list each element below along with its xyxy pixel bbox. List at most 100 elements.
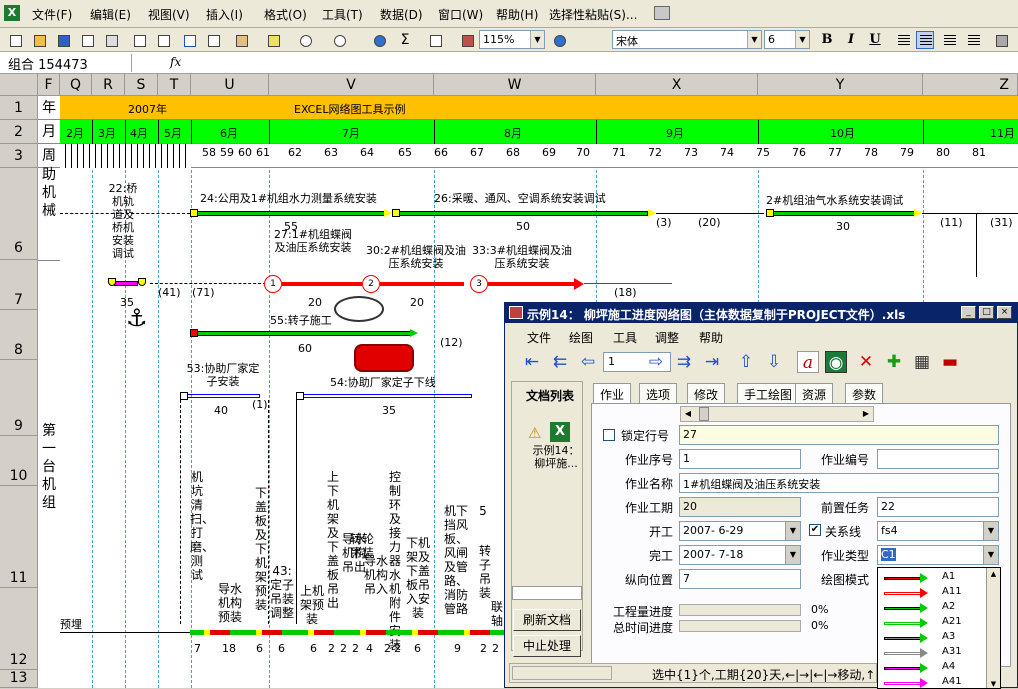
network-node[interactable]: 1 — [264, 275, 282, 293]
column-header[interactable]: U — [191, 74, 269, 96]
column-header[interactable]: Y — [758, 74, 923, 96]
line-type-option[interactable]: A41 — [880, 675, 994, 688]
start-date-picker[interactable]: 2007- 6-29 ▼ — [679, 521, 801, 541]
row-header[interactable]: 6 — [0, 168, 38, 260]
first-icon[interactable]: ⇤ — [521, 351, 543, 373]
chevron-down-icon[interactable]: ▼ — [983, 546, 998, 564]
row-header[interactable]: 11 — [0, 486, 38, 588]
row-header[interactable]: 13 — [0, 670, 38, 688]
type-select[interactable]: C1 ▼ — [877, 545, 999, 565]
dialog-menu-file[interactable]: 文件 — [527, 329, 551, 346]
underline-icon[interactable]: U — [866, 31, 884, 49]
task-node[interactable] — [190, 209, 198, 217]
new-icon[interactable] — [6, 31, 24, 49]
column-header[interactable]: S — [125, 74, 158, 96]
dropdown-scrollbar[interactable]: ▲ ▼ — [986, 568, 1000, 688]
line-type-option[interactable]: A21 — [880, 615, 994, 631]
line-type-option[interactable]: A4 — [880, 660, 994, 676]
tab-parameters[interactable]: 参数 — [845, 383, 884, 403]
open-icon[interactable] — [30, 31, 48, 49]
bold-icon[interactable]: B — [818, 31, 836, 49]
hyperlink-icon[interactable] — [370, 31, 388, 49]
next-page-icon[interactable]: ⇉ — [673, 351, 695, 373]
menu-window[interactable]: 窗口(W) — [438, 6, 483, 23]
row-header[interactable]: 7 — [0, 260, 38, 310]
last-icon[interactable]: ⇥ — [701, 351, 723, 373]
menu-paste-special[interactable]: 选择性粘贴(S)... — [549, 6, 637, 23]
row-header[interactable]: 9 — [0, 360, 38, 436]
help-icon[interactable] — [550, 31, 568, 49]
prev-page-icon[interactable]: ⇇ — [549, 351, 571, 373]
font-name-combo[interactable]: 宋体 ▼ — [612, 30, 762, 49]
add-icon[interactable]: ✚ — [883, 351, 905, 373]
row-header[interactable]: 12 — [0, 588, 38, 670]
row12-task-chain[interactable] — [190, 630, 506, 635]
network-node[interactable]: 2 — [362, 275, 380, 293]
column-header[interactable]: Q — [60, 74, 92, 96]
toolbar-options-icon[interactable] — [992, 31, 1010, 49]
doc-list-item[interactable]: 示例14：柳坪施... — [528, 444, 584, 470]
redo-icon[interactable] — [330, 31, 348, 49]
task-node[interactable] — [392, 209, 400, 217]
tab-job[interactable]: 作业 — [593, 383, 632, 403]
format-painter-icon[interactable] — [264, 31, 282, 49]
text-tool-icon[interactable]: a — [797, 351, 819, 373]
column-header[interactable]: T — [158, 74, 191, 96]
task-bar-55[interactable] — [196, 331, 412, 336]
view-icon[interactable]: ◉ — [825, 351, 847, 373]
name-box[interactable]: 组合 154473 — [2, 54, 132, 73]
menu-insert[interactable]: 插入(I) — [206, 6, 243, 23]
seq-field[interactable]: 1 — [679, 449, 801, 469]
maximize-icon[interactable]: □ — [979, 306, 994, 319]
zoom-combo[interactable]: 115% ▼ — [479, 30, 545, 49]
chevron-down-icon[interactable]: ▼ — [747, 31, 761, 48]
column-header[interactable]: R — [92, 74, 125, 96]
vpos-field[interactable]: 7 — [679, 569, 801, 589]
task-node[interactable] — [108, 278, 116, 286]
line-type-option[interactable]: A2 — [880, 600, 994, 616]
task-arrow-33[interactable] — [488, 282, 574, 286]
menu-view[interactable]: 视图(V) — [148, 6, 190, 23]
excel-doc-icon[interactable]: X — [550, 422, 570, 442]
delete-icon[interactable]: ✕ — [855, 351, 877, 373]
task-node[interactable] — [180, 392, 188, 400]
line-style-icon[interactable]: ▬ — [939, 351, 961, 373]
print-preview-icon[interactable] — [130, 31, 148, 49]
row-header[interactable]: 3 — [0, 144, 38, 168]
horizontal-scrollbar[interactable]: ◀ ▶ — [680, 406, 874, 422]
task-bar-22[interactable] — [114, 281, 138, 286]
task-arrow-27[interactable] — [282, 282, 362, 286]
row-header[interactable]: 10 — [0, 436, 38, 486]
preview-icon[interactable] — [154, 31, 172, 49]
font-size-combo[interactable]: 6 ▼ — [764, 30, 810, 49]
menu-file[interactable]: 文件(F) — [32, 6, 72, 23]
row-header[interactable]: 1 — [0, 96, 38, 120]
excel-app-icon[interactable]: X — [4, 5, 20, 21]
line-type-option[interactable]: A11 — [880, 585, 994, 601]
column-header[interactable]: X — [596, 74, 758, 96]
doc-list-scrollbar[interactable] — [512, 586, 582, 600]
chevron-down-icon[interactable]: ▼ — [983, 522, 998, 540]
task-bar-24[interactable] — [196, 211, 386, 216]
undo-icon[interactable] — [296, 31, 314, 49]
lock-row-field[interactable]: 27 — [679, 425, 999, 445]
chevron-down-icon[interactable]: ▼ — [795, 31, 809, 48]
scroll-down-icon[interactable]: ▼ — [987, 678, 1000, 688]
formula-input[interactable] — [188, 54, 1014, 72]
line-type-option[interactable]: A1 — [880, 570, 994, 586]
align-center-icon[interactable] — [916, 31, 934, 49]
move-down-icon[interactable]: ⇩ — [763, 351, 785, 373]
align-left-icon[interactable] — [894, 31, 912, 49]
sort-icon[interactable] — [426, 31, 444, 49]
line-type-dropdown[interactable]: A1 A11 A2 A21 A3 A31 A4 A41 ▲ ▼ — [877, 567, 1001, 689]
network-node[interactable]: 3 — [470, 275, 488, 293]
align-right-icon[interactable] — [940, 31, 958, 49]
research-icon[interactable] — [204, 31, 222, 49]
task-arrow-30[interactable] — [380, 282, 464, 286]
table-icon[interactable]: ▦ — [911, 351, 933, 373]
relation-checkbox[interactable]: ✔ — [809, 524, 821, 536]
column-header[interactable]: Z — [923, 74, 1018, 96]
chart-wizard-icon[interactable] — [458, 31, 476, 49]
row-header[interactable]: 8 — [0, 310, 38, 360]
prev-icon[interactable]: ⇦ — [577, 351, 599, 373]
